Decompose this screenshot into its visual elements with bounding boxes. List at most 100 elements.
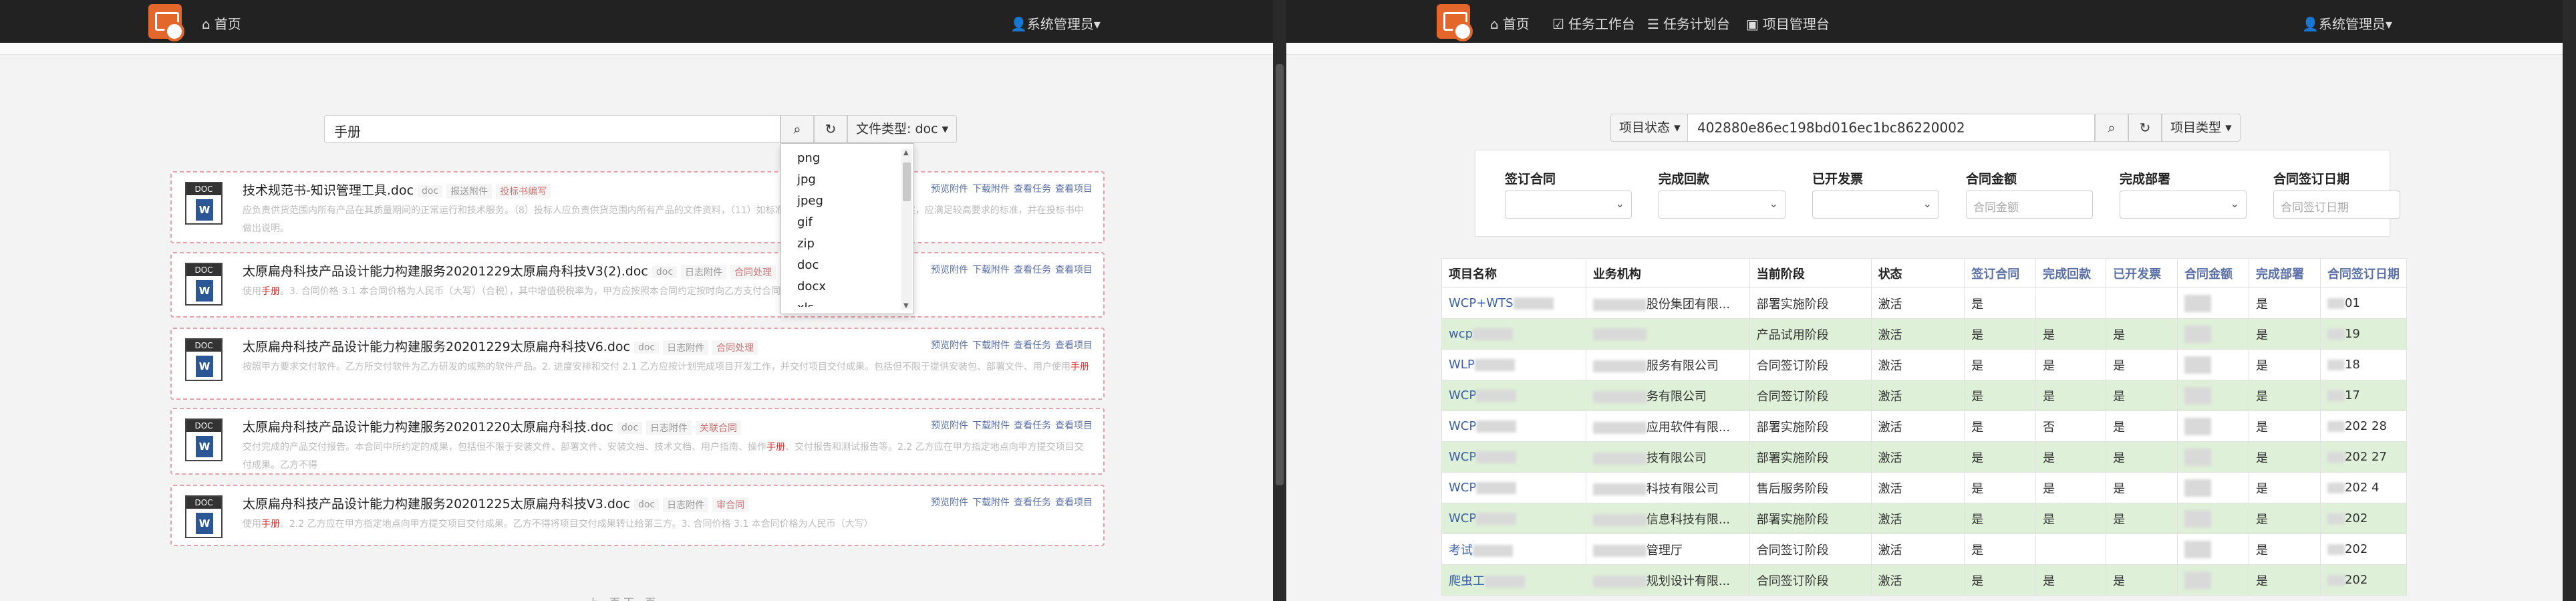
col-sign-date[interactable]: 合同签订日期 xyxy=(2319,258,2408,288)
stage-cell-text: 部署实施阶段 xyxy=(1756,451,1829,465)
filetype-dropdown[interactable]: 文件类型: doc ▾ xyxy=(847,115,958,143)
project-name-cell[interactable]: wcp xyxy=(1441,318,1586,350)
project-name-cell[interactable]: WLP xyxy=(1441,349,1586,380)
project-name-cell[interactable]: WCP xyxy=(1441,441,1586,473)
view-task-link[interactable]: 查看任务 xyxy=(1014,497,1051,508)
view-task-link[interactable]: 查看任务 xyxy=(1014,184,1051,195)
project-search-input[interactable]: 402880e86ec198bd016ec1bc86220002 xyxy=(1687,114,2095,142)
app-logo[interactable] xyxy=(1437,4,1473,41)
search-input[interactable]: 手册 xyxy=(324,115,780,143)
refresh-button[interactable]: ↻ xyxy=(814,115,847,143)
view-task-link[interactable]: 查看任务 xyxy=(1014,265,1051,275)
col-amount[interactable]: 合同金额 xyxy=(2177,258,2249,288)
app-logo[interactable] xyxy=(148,4,184,41)
filetype-option[interactable]: zip xyxy=(781,233,913,255)
refresh-button[interactable]: ↻ xyxy=(2128,114,2162,142)
project-name-cell[interactable]: WCP xyxy=(1441,410,1586,442)
preview-attachment-link[interactable]: 预览附件 xyxy=(931,340,968,351)
project-name-cell[interactable]: WCP xyxy=(1441,380,1586,411)
filter-payment-select[interactable]: ⌄ xyxy=(1659,191,1785,219)
nav-task-workbench[interactable]: ☑ 任务工作台 xyxy=(1552,13,1635,33)
filetype-option[interactable]: gif xyxy=(781,212,913,233)
view-project-link[interactable]: 查看项目 xyxy=(1055,420,1093,431)
table-row[interactable]: WCP 信息科技有限... 部署实施阶段 激活 是 是 是 是 202 xyxy=(1441,503,2408,534)
table-row[interactable]: WCP+WTS 股份集团有限... 部署实施阶段 激活 是 是 01 xyxy=(1441,287,2408,319)
filter-date-input[interactable]: 合同签订日期 xyxy=(2273,191,2400,219)
scroll-up-icon[interactable]: ▲ xyxy=(903,149,909,156)
nav-project-manage-label: 项目管理台 xyxy=(1762,16,1830,32)
project-name-cell[interactable]: 考试 xyxy=(1441,533,1586,565)
download-attachment-link[interactable]: 下载附件 xyxy=(972,265,1010,275)
options-scrollbar[interactable]: ▲ ▼ xyxy=(901,149,912,310)
view-task-link[interactable]: 查看任务 xyxy=(1014,420,1051,431)
filetype-option[interactable]: doc xyxy=(781,255,913,276)
view-task-link[interactable]: 查看任务 xyxy=(1014,340,1051,351)
col-project-name[interactable]: 项目名称 xyxy=(1441,258,1586,288)
filter-amount-input[interactable]: 合同金额 xyxy=(1966,191,2093,219)
user-menu[interactable]: 👤系统管理员▾ xyxy=(1010,13,1101,33)
search-button[interactable]: ⌕ xyxy=(780,115,814,143)
table-row[interactable]: wcp 产品试用阶段 激活 是 是 是 是 19 xyxy=(1441,318,2408,350)
result-title-row[interactable]: 技术规范书-知识管理工具.doc doc 报送附件 投标书编写 xyxy=(243,181,756,199)
table-row[interactable]: WCP 应用软件有限... 部署实施阶段 激活 是 否 是 是 202 28 xyxy=(1441,410,2408,442)
table-row[interactable]: WCP 科技有限公司 售后服务阶段 激活 是 是 是 是 202 4 xyxy=(1441,472,2408,503)
col-contract[interactable]: 签订合同 xyxy=(1964,258,2037,288)
view-project-link[interactable]: 查看项目 xyxy=(1055,184,1093,195)
project-name-cell[interactable]: WCP xyxy=(1441,503,1586,534)
right-window-scrollbar[interactable] xyxy=(2563,0,2576,601)
result-title-row[interactable]: 太原扁舟科技产品设计能力构建服务20201220太原扁舟科技.doc doc 日志附… xyxy=(243,417,970,435)
col-status[interactable]: 状态 xyxy=(1870,258,1965,288)
download-attachment-link[interactable]: 下载附件 xyxy=(972,497,1010,508)
filter-invoice-select[interactable]: ⌄ xyxy=(1812,191,1939,219)
preview-attachment-link[interactable]: 预览附件 xyxy=(931,420,968,431)
result-title-row[interactable]: 太原扁舟科技产品设计能力构建服务20201229太原扁舟科技V6.doc doc 日… xyxy=(243,337,970,355)
preview-attachment-link[interactable]: 预览附件 xyxy=(931,265,968,275)
project-status-dropdown[interactable]: 项目状态 ▾ xyxy=(1610,114,1689,142)
project-name-cell[interactable]: WCP xyxy=(1441,472,1586,503)
download-attachment-link[interactable]: 下载附件 xyxy=(972,184,1010,195)
scrollbar-thumb[interactable] xyxy=(1276,64,1284,485)
scroll-down-icon[interactable]: ▼ xyxy=(903,302,909,310)
result-title-row[interactable]: 太原扁舟科技产品设计能力构建服务20201225太原扁舟科技V3.doc doc 日… xyxy=(243,494,970,512)
nav-home[interactable]: ⌂ 首页 xyxy=(202,13,241,33)
download-attachment-link[interactable]: 下载附件 xyxy=(972,340,1010,351)
filetype-option[interactable]: jpg xyxy=(781,169,913,191)
scrollbar-thumb[interactable] xyxy=(903,162,911,201)
project-name-cell[interactable]: WCP+WTS xyxy=(1441,287,1586,319)
redacted-block xyxy=(1592,575,1647,588)
filetype-option[interactable]: jpeg xyxy=(781,191,913,212)
project-name-cell[interactable]: 爬虫工 xyxy=(1441,564,1586,596)
preview-attachment-link[interactable]: 预览附件 xyxy=(931,497,968,508)
col-payment[interactable]: 完成回款 xyxy=(2035,258,2107,288)
col-stage[interactable]: 当前阶段 xyxy=(1749,258,1872,288)
table-row[interactable]: WCP 务有限公司 合同签订阶段 激活 是 是 是 是 17 xyxy=(1441,380,2408,411)
user-menu[interactable]: 👤系统管理员▾ xyxy=(2302,13,2392,33)
filetype-option[interactable]: png xyxy=(781,148,913,169)
view-project-link[interactable]: 查看项目 xyxy=(1055,340,1093,351)
project-type-dropdown[interactable]: 项目类型 ▾ xyxy=(2162,114,2241,142)
status-cell: 激活 xyxy=(1870,472,1965,503)
table-row[interactable]: 考试 管理厅 合同签订阶段 激活 是 是 202 xyxy=(1441,533,2408,565)
filter-contract-select[interactable]: ⌄ xyxy=(1505,191,1632,219)
view-project-link[interactable]: 查看项目 xyxy=(1055,497,1093,508)
left-window-scrollbar[interactable] xyxy=(1273,0,1286,601)
table-row[interactable]: WCP 技有限公司 部署实施阶段 激活 是 是 是 是 202 27 xyxy=(1441,441,2408,473)
filetype-option[interactable]: docx xyxy=(781,276,913,297)
org-cell-text: 股份集团有限... xyxy=(1646,297,1731,312)
preview-attachment-link[interactable]: 预览附件 xyxy=(931,184,968,195)
nav-project-manage[interactable]: ▣ 项目管理台 xyxy=(1746,13,1830,33)
col-deploy[interactable]: 完成部署 xyxy=(2249,258,2321,288)
contract-cell-text: 是 xyxy=(1971,451,1984,465)
col-invoice[interactable]: 已开发票 xyxy=(2106,258,2178,288)
nav-task-plan[interactable]: ☰ 任务计划台 xyxy=(1647,13,1730,33)
table-row[interactable]: 爬虫工 规划设计有限... 合同签订阶段 激活 是 是 是 是 202 xyxy=(1441,564,2408,596)
col-org[interactable]: 业务机构 xyxy=(1585,258,1750,288)
nav-home[interactable]: ⌂ 首页 xyxy=(1490,13,1530,33)
view-project-link[interactable]: 查看项目 xyxy=(1055,265,1093,275)
filter-deploy-select[interactable]: ⌄ xyxy=(2120,191,2247,219)
pager[interactable]: 上一页 下一页 xyxy=(588,594,656,601)
filetype-option[interactable]: xls xyxy=(781,297,913,307)
download-attachment-link[interactable]: 下载附件 xyxy=(972,420,1010,431)
table-row[interactable]: WLP 服务有限公司 合同签订阶段 激活 是 是 是 是 18 xyxy=(1441,349,2408,380)
search-button[interactable]: ⌕ xyxy=(2095,114,2128,142)
